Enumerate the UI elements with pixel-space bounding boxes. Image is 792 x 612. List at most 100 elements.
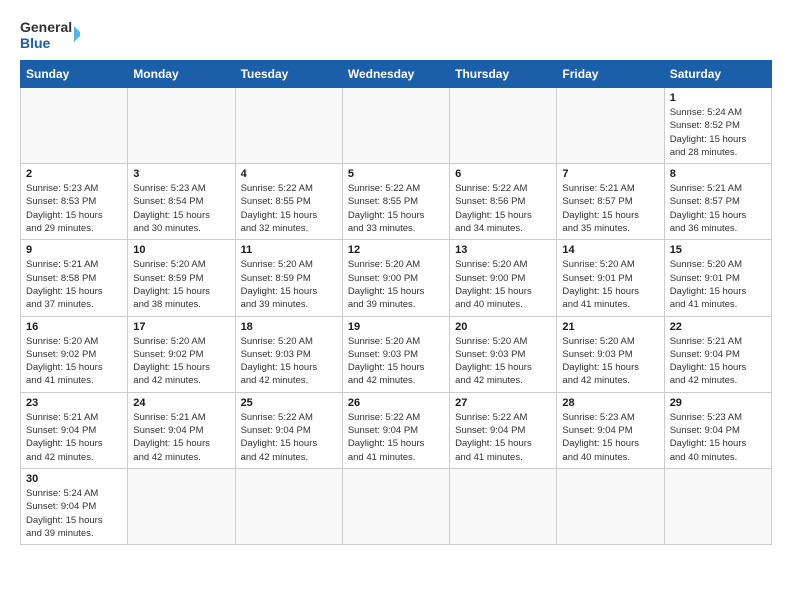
day-info: Sunrise: 5:21 AM Sunset: 8:57 PM Dayligh… bbox=[670, 182, 766, 235]
calendar-cell: 29 Sunrise: 5:23 AM Sunset: 9:04 PM Dayli… bbox=[664, 392, 771, 468]
day-number: 1 bbox=[670, 92, 766, 104]
day-number: 22 bbox=[670, 321, 766, 333]
calendar-cell bbox=[235, 468, 342, 544]
day-number: 25 bbox=[241, 397, 337, 409]
calendar-cell: 2Sunrise: 5:23 AM Sunset: 8:53 PM Daylig… bbox=[21, 164, 128, 240]
calendar-cell bbox=[342, 468, 449, 544]
day-info: Sunrise: 5:20 AM Sunset: 9:01 PM Dayligh… bbox=[562, 258, 658, 311]
calendar-cell: 28Sunrise: 5:23 AM Sunset: 9:04 PM Dayli… bbox=[557, 392, 664, 468]
calendar-cell: 26 Sunrise: 5:22 AM Sunset: 9:04 PM Dayli… bbox=[342, 392, 449, 468]
day-number: 30 bbox=[26, 473, 122, 485]
calendar-cell bbox=[557, 88, 664, 164]
day-number: 12 bbox=[348, 244, 444, 256]
day-number: 24 bbox=[133, 397, 229, 409]
day-number: 6 bbox=[455, 168, 551, 180]
day-info: Sunrise: 5:20 AM Sunset: 9:00 PM Dayligh… bbox=[455, 258, 551, 311]
calendar-cell: 5 Sunrise: 5:22 AM Sunset: 8:55 PM Daylig… bbox=[342, 164, 449, 240]
day-number: 16 bbox=[26, 321, 122, 333]
calendar-cell: 17Sunrise: 5:20 AM Sunset: 9:02 PM Dayli… bbox=[128, 316, 235, 392]
day-number: 14 bbox=[562, 244, 658, 256]
day-info: Sunrise: 5:22 AM Sunset: 9:04 PM Dayligh… bbox=[241, 411, 337, 464]
day-number: 26 bbox=[348, 397, 444, 409]
calendar-cell bbox=[342, 88, 449, 164]
day-info: Sunrise: 5:21 AM Sunset: 9:04 PM Dayligh… bbox=[670, 335, 766, 388]
calendar-cell: 11Sunrise: 5:20 AM Sunset: 8:59 PM Dayli… bbox=[235, 240, 342, 316]
day-number: 8 bbox=[670, 168, 766, 180]
calendar-cell: 18 Sunrise: 5:20 AM Sunset: 9:03 PM Dayli… bbox=[235, 316, 342, 392]
logo: General Blue bbox=[20, 16, 80, 52]
day-info: Sunrise: 5:20 AM Sunset: 9:03 PM Dayligh… bbox=[455, 335, 551, 388]
day-info: Sunrise: 5:20 AM Sunset: 9:00 PM Dayligh… bbox=[348, 258, 444, 311]
calendar-cell: 3 Sunrise: 5:23 AM Sunset: 8:54 PM Daylig… bbox=[128, 164, 235, 240]
day-info: Sunrise: 5:23 AM Sunset: 9:04 PM Dayligh… bbox=[670, 411, 766, 464]
day-info: Sunrise: 5:22 AM Sunset: 9:04 PM Dayligh… bbox=[455, 411, 551, 464]
day-info: Sunrise: 5:20 AM Sunset: 9:01 PM Dayligh… bbox=[670, 258, 766, 311]
day-number: 21 bbox=[562, 321, 658, 333]
calendar-cell: 12 Sunrise: 5:20 AM Sunset: 9:00 PM Dayli… bbox=[342, 240, 449, 316]
calendar-cell: 23Sunrise: 5:21 AM Sunset: 9:04 PM Dayli… bbox=[21, 392, 128, 468]
day-info: Sunrise: 5:24 AM Sunset: 9:04 PM Dayligh… bbox=[26, 487, 122, 540]
calendar-cell: 22 Sunrise: 5:21 AM Sunset: 9:04 PM Dayli… bbox=[664, 316, 771, 392]
day-number: 27 bbox=[455, 397, 551, 409]
day-info: Sunrise: 5:20 AM Sunset: 9:02 PM Dayligh… bbox=[26, 335, 122, 388]
weekday-header-tuesday: Tuesday bbox=[235, 61, 342, 88]
calendar-cell: 1Sunrise: 5:24 AM Sunset: 8:52 PM Daylig… bbox=[664, 88, 771, 164]
calendar-cell: 16 Sunrise: 5:20 AM Sunset: 9:02 PM Dayli… bbox=[21, 316, 128, 392]
calendar-cell bbox=[664, 468, 771, 544]
day-info: Sunrise: 5:20 AM Sunset: 9:03 PM Dayligh… bbox=[348, 335, 444, 388]
day-number: 2 bbox=[26, 168, 122, 180]
day-number: 15 bbox=[670, 244, 766, 256]
svg-text:General: General bbox=[20, 19, 72, 35]
weekday-header-sunday: Sunday bbox=[21, 61, 128, 88]
calendar-cell bbox=[128, 468, 235, 544]
svg-text:Blue: Blue bbox=[20, 35, 51, 51]
calendar-cell bbox=[450, 88, 557, 164]
calendar-cell: 30 Sunrise: 5:24 AM Sunset: 9:04 PM Dayli… bbox=[21, 468, 128, 544]
calendar-cell: 20 Sunrise: 5:20 AM Sunset: 9:03 PM Dayli… bbox=[450, 316, 557, 392]
weekday-header-thursday: Thursday bbox=[450, 61, 557, 88]
calendar-cell: 7Sunrise: 5:21 AM Sunset: 8:57 PM Daylig… bbox=[557, 164, 664, 240]
day-info: Sunrise: 5:20 AM Sunset: 9:03 PM Dayligh… bbox=[241, 335, 337, 388]
day-info: Sunrise: 5:23 AM Sunset: 8:54 PM Dayligh… bbox=[133, 182, 229, 235]
calendar-cell: 27 Sunrise: 5:22 AM Sunset: 9:04 PM Dayli… bbox=[450, 392, 557, 468]
day-number: 5 bbox=[348, 168, 444, 180]
day-number: 13 bbox=[455, 244, 551, 256]
calendar-cell bbox=[235, 88, 342, 164]
day-number: 4 bbox=[241, 168, 337, 180]
calendar-cell bbox=[450, 468, 557, 544]
day-info: Sunrise: 5:22 AM Sunset: 8:55 PM Dayligh… bbox=[241, 182, 337, 235]
day-info: Sunrise: 5:20 AM Sunset: 8:59 PM Dayligh… bbox=[133, 258, 229, 311]
day-number: 10 bbox=[133, 244, 229, 256]
day-number: 28 bbox=[562, 397, 658, 409]
weekday-header-saturday: Saturday bbox=[664, 61, 771, 88]
calendar-cell: 21 Sunrise: 5:20 AM Sunset: 9:03 PM Dayli… bbox=[557, 316, 664, 392]
weekday-header-friday: Friday bbox=[557, 61, 664, 88]
calendar-cell: 13 Sunrise: 5:20 AM Sunset: 9:00 PM Dayli… bbox=[450, 240, 557, 316]
calendar-cell bbox=[557, 468, 664, 544]
calendar-cell: 14 Sunrise: 5:20 AM Sunset: 9:01 PM Dayli… bbox=[557, 240, 664, 316]
calendar-cell: 6 Sunrise: 5:22 AM Sunset: 8:56 PM Daylig… bbox=[450, 164, 557, 240]
calendar-cell: 25 Sunrise: 5:22 AM Sunset: 9:04 PM Dayli… bbox=[235, 392, 342, 468]
calendar-cell: 8 Sunrise: 5:21 AM Sunset: 8:57 PM Daylig… bbox=[664, 164, 771, 240]
calendar-cell: 9Sunrise: 5:21 AM Sunset: 8:58 PM Daylig… bbox=[21, 240, 128, 316]
day-number: 3 bbox=[133, 168, 229, 180]
page-header: General Blue bbox=[20, 16, 772, 52]
day-number: 11 bbox=[241, 244, 337, 256]
day-info: Sunrise: 5:22 AM Sunset: 9:04 PM Dayligh… bbox=[348, 411, 444, 464]
day-info: Sunrise: 5:21 AM Sunset: 9:04 PM Dayligh… bbox=[26, 411, 122, 464]
calendar-cell: 15 Sunrise: 5:20 AM Sunset: 9:01 PM Dayli… bbox=[664, 240, 771, 316]
day-number: 17 bbox=[133, 321, 229, 333]
calendar-cell: 19 Sunrise: 5:20 AM Sunset: 9:03 PM Dayli… bbox=[342, 316, 449, 392]
calendar-cell bbox=[21, 88, 128, 164]
day-number: 29 bbox=[670, 397, 766, 409]
day-info: Sunrise: 5:20 AM Sunset: 9:03 PM Dayligh… bbox=[562, 335, 658, 388]
day-number: 9 bbox=[26, 244, 122, 256]
day-info: Sunrise: 5:22 AM Sunset: 8:56 PM Dayligh… bbox=[455, 182, 551, 235]
calendar-table: SundayMondayTuesdayWednesdayThursdayFrid… bbox=[20, 60, 772, 545]
day-number: 20 bbox=[455, 321, 551, 333]
day-info: Sunrise: 5:21 AM Sunset: 9:04 PM Dayligh… bbox=[133, 411, 229, 464]
day-number: 19 bbox=[348, 321, 444, 333]
day-number: 18 bbox=[241, 321, 337, 333]
day-info: Sunrise: 5:22 AM Sunset: 8:55 PM Dayligh… bbox=[348, 182, 444, 235]
weekday-header-wednesday: Wednesday bbox=[342, 61, 449, 88]
